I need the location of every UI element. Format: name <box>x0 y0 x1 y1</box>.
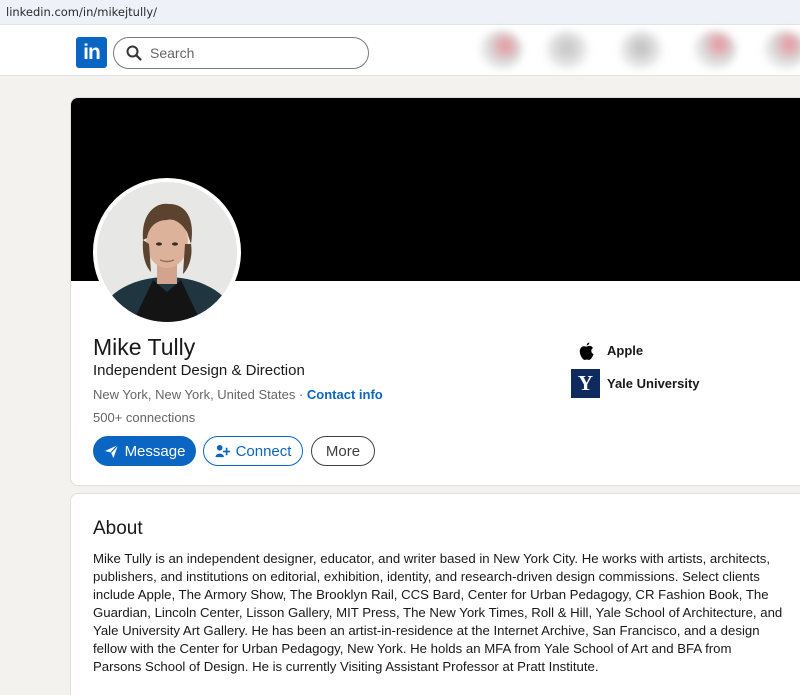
experience-apple-name: Apple <box>607 343 644 358</box>
experience-yale-name: Yale University <box>607 376 700 391</box>
experience-apple[interactable]: Apple <box>571 336 643 365</box>
profile-location-line: New York, New York, United States · Cont… <box>93 387 383 402</box>
message-button-label: Message <box>124 442 186 460</box>
more-button-label: More <box>325 442 361 460</box>
linkedin-logo-icon[interactable]: in <box>76 37 107 68</box>
profile-location: New York, New York, United States <box>93 387 296 402</box>
connect-button-label: Connect <box>235 442 292 460</box>
message-button[interactable]: Message <box>93 436 196 466</box>
avatar-photo <box>97 182 237 322</box>
search-icon <box>126 45 142 61</box>
location-separator: · <box>295 387 307 402</box>
send-icon <box>104 444 119 458</box>
top-navigation: in <box>0 25 800 76</box>
nav-jobs-icon[interactable] <box>620 31 662 69</box>
nav-network-icon[interactable] <box>546 31 588 69</box>
yale-logo-icon: Y <box>571 369 600 398</box>
profile-avatar[interactable] <box>93 178 241 326</box>
experience-yale[interactable]: Y Yale University <box>571 369 700 398</box>
profile-name: Mike Tully <box>93 334 196 360</box>
about-title: About <box>93 518 143 539</box>
url-text[interactable]: linkedin.com/in/mikejtully/ <box>6 5 157 19</box>
about-text: Mike Tully is an independent designer, e… <box>93 551 783 674</box>
search-input[interactable] <box>150 43 350 63</box>
nav-messaging-icon[interactable] <box>694 31 736 69</box>
search-box[interactable] <box>113 37 369 69</box>
browser-address-bar[interactable]: linkedin.com/in/mikejtully/ <box>0 0 800 25</box>
connect-button[interactable]: Connect <box>203 436 303 466</box>
nav-notifications-icon[interactable] <box>764 31 800 69</box>
profile-headline: Independent Design & Direction <box>93 362 305 379</box>
profile-card: Mike Tully Independent Design & Directio… <box>70 97 800 486</box>
contact-info-link[interactable]: Contact info <box>307 387 383 402</box>
about-section: About Mike Tully is an independent desig… <box>70 493 800 695</box>
more-button[interactable]: More <box>311 436 375 466</box>
add-person-icon <box>215 444 230 457</box>
nav-home-icon[interactable] <box>480 31 522 69</box>
connections-count[interactable]: 500+ connections <box>93 410 195 425</box>
apple-logo-icon <box>571 336 600 365</box>
